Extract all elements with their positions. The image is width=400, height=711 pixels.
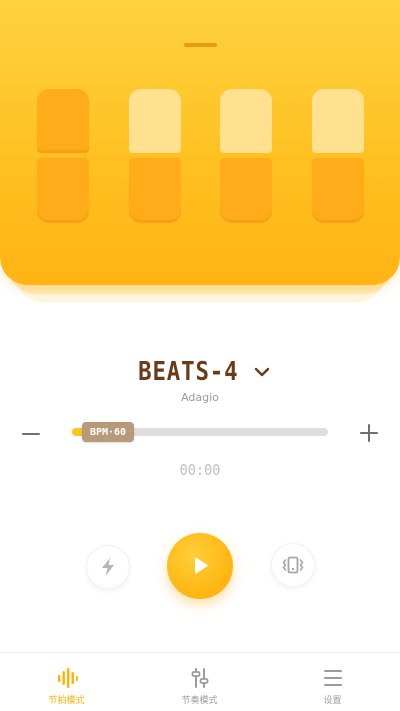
bottom-navigation: 节拍模式 节奏模式 设置 bbox=[0, 652, 400, 711]
beat-2-base-cell[interactable] bbox=[129, 158, 181, 223]
beat-4-base-cell[interactable] bbox=[312, 158, 364, 223]
beat-3-accent-cell[interactable] bbox=[220, 89, 272, 153]
play-icon bbox=[195, 557, 208, 574]
pattern-title: BEATS-4 bbox=[137, 357, 239, 387]
nav-item-settings[interactable]: 设置 bbox=[266, 653, 399, 711]
sliders-icon bbox=[191, 668, 208, 688]
beat-4-accent-cell[interactable] bbox=[312, 89, 364, 153]
flash-button[interactable] bbox=[86, 545, 130, 589]
beat-column-3[interactable] bbox=[220, 89, 272, 223]
lightning-icon bbox=[102, 558, 114, 576]
increase-bpm-button[interactable] bbox=[360, 424, 378, 442]
beat-2-accent-cell[interactable] bbox=[129, 89, 181, 153]
bpm-slider-thumb[interactable]: BPM·60 bbox=[82, 422, 134, 442]
pattern-selector[interactable]: BEATS-4 bbox=[0, 352, 400, 392]
bpm-value-label: BPM·60 bbox=[89, 426, 127, 438]
tempo-name: Adagio bbox=[181, 391, 219, 404]
nav-item-beat-mode[interactable]: 节拍模式 bbox=[0, 653, 133, 711]
drag-handle[interactable] bbox=[184, 43, 217, 47]
beat-column-2[interactable] bbox=[129, 89, 181, 223]
nav-label-beat-mode: 节拍模式 bbox=[48, 696, 85, 706]
beat-column-1[interactable] bbox=[37, 89, 89, 223]
menu-icon bbox=[323, 670, 342, 686]
waveform-icon bbox=[57, 668, 78, 688]
beat-column-4[interactable] bbox=[312, 89, 364, 223]
vibrate-icon bbox=[282, 556, 304, 574]
beat-1-accent-cell[interactable] bbox=[37, 89, 89, 153]
beat-1-base-cell[interactable] bbox=[37, 158, 89, 223]
beat-3-base-cell[interactable] bbox=[220, 158, 272, 223]
elapsed-timer: 00:00 bbox=[179, 461, 221, 479]
beat-panel bbox=[0, 0, 400, 285]
vibrate-button[interactable] bbox=[271, 543, 315, 587]
nav-label-settings: 设置 bbox=[323, 696, 342, 706]
nav-label-rhythm-mode: 节奏模式 bbox=[181, 696, 218, 706]
decrease-bpm-button[interactable] bbox=[22, 425, 40, 443]
chevron-down-icon bbox=[255, 367, 270, 377]
nav-item-rhythm-mode[interactable]: 节奏模式 bbox=[133, 653, 266, 711]
play-button[interactable] bbox=[167, 533, 233, 599]
